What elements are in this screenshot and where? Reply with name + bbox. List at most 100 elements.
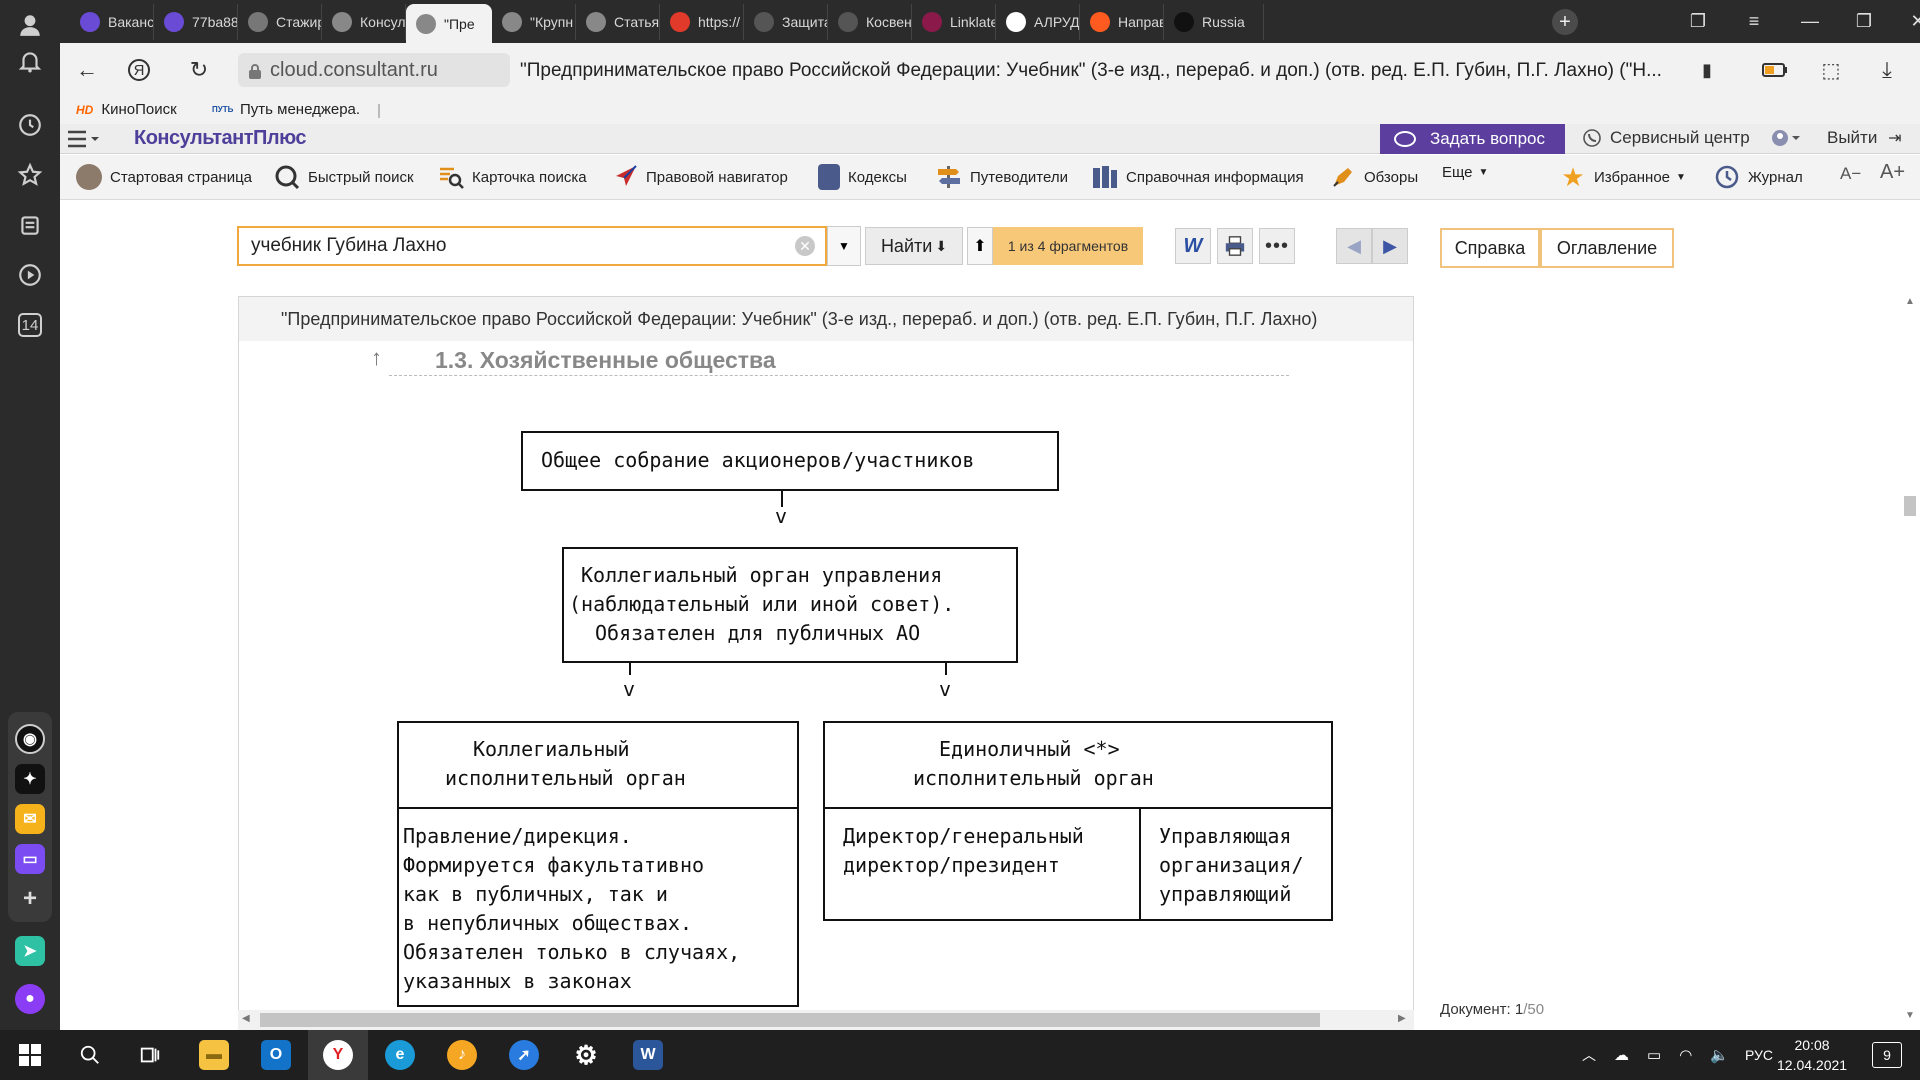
help-button[interactable]: Справка [1440,228,1540,268]
search-dropdown-button[interactable]: ▼ [827,226,861,266]
messenger-app-icon[interactable]: ▭ [15,844,45,874]
exit-button[interactable]: Выйти ⇥ [1827,128,1901,148]
history-forward-icon[interactable]: ▶ [1372,228,1408,264]
font-decrease-button[interactable]: A− [1840,164,1861,184]
user-account-icon[interactable] [1770,128,1802,153]
browser-tab[interactable]: 77ba88 [154,4,238,40]
print-icon[interactable] [1217,228,1253,264]
scroll-right-icon[interactable]: ▶ [1398,1013,1406,1024]
history-back-icon[interactable]: ◀ [1336,228,1372,264]
vertical-scrollbar[interactable]: ▲ ▼ [1900,296,1920,1026]
language-indicator[interactable]: РУС [1745,1047,1773,1063]
notifications-icon[interactable]: 9 [1872,1042,1902,1068]
star-icon[interactable] [0,150,60,200]
reload-button[interactable]: ↻ [184,55,214,85]
browser-tab[interactable]: Linklate [912,4,996,40]
task-view-icon[interactable] [120,1030,180,1080]
toolbar-favorites[interactable]: ★ Избранное ▼ [1560,162,1686,192]
browser-tab[interactable]: Направ [1080,4,1164,40]
browser-tab[interactable]: Стажир [238,4,322,40]
bookmark-icon[interactable]: ▮ [1692,55,1722,85]
search-icon[interactable] [60,1030,120,1080]
browser-tab[interactable]: "Крупн [492,4,576,40]
domain-box[interactable]: cloud.consultant.ru [238,53,510,87]
service-center-button[interactable]: Сервисный центр [1582,128,1750,148]
minimize-button[interactable]: — [1782,0,1838,43]
toolbar-search-card[interactable]: Карточка поиска [438,164,587,190]
alice-app-icon[interactable]: ● [15,984,45,1014]
yandex-music-icon[interactable]: ♪ [432,1030,492,1080]
yandex-browser-icon[interactable]: Y [308,1030,368,1080]
browser-tab[interactable]: Консул [322,4,406,40]
word-export-icon[interactable]: W [1175,228,1211,264]
download-icon[interactable]: ⤓ [1872,55,1902,85]
onedrive-icon[interactable]: ☁ [1614,1046,1629,1064]
scroll-left-icon[interactable]: ◀ [242,1013,250,1024]
search-input[interactable] [239,235,779,257]
menu-icon[interactable]: ≡ [1726,0,1782,43]
toolbar-journal[interactable]: Журнал [1714,164,1803,190]
collections-icon[interactable] [0,200,60,250]
restore-button[interactable]: ❐ [1836,0,1892,43]
navigator-app-icon[interactable]: ➚ [494,1030,554,1080]
horizontal-scroll-thumb[interactable] [260,1013,1320,1027]
clock[interactable]: 20:08 12.04.2021 [1777,1035,1847,1075]
scroll-down-icon[interactable]: ▼ [1905,1010,1915,1021]
yandex-button[interactable]: Я [128,59,150,81]
battery-icon[interactable] [1760,55,1790,85]
battery-icon[interactable]: ▭ [1647,1046,1661,1064]
close-button[interactable]: ✕ [1890,0,1920,43]
settings-gear-icon[interactable]: ⚙ [556,1030,616,1080]
file-explorer-icon[interactable]: ▬ [184,1030,244,1080]
ask-question-button[interactable]: Задать вопрос [1380,124,1565,154]
previous-fragment-button[interactable]: ⬆ [967,227,993,265]
browser-tab[interactable]: Ваканс [70,4,154,40]
extensions-icon[interactable]: ⬚ [1816,55,1846,85]
scroll-up-icon[interactable]: ▲ [1905,296,1915,307]
tab-manager-icon[interactable]: ❐ [1670,0,1726,43]
toolbar-start-page[interactable]: Стартовая страница [76,164,252,190]
vertical-scroll-thumb[interactable] [1904,496,1916,516]
toolbar-quick-search[interactable]: Быстрый поиск [274,164,414,190]
up-arrow-icon[interactable]: ↑ [371,345,382,371]
video-icon[interactable] [0,250,60,300]
browser-tab[interactable]: АЛРУД [996,4,1080,40]
tray-chevron-icon[interactable]: ︿ [1582,1045,1596,1065]
horizontal-scrollbar[interactable]: ◀ ▶ [238,1010,1414,1030]
windows-start-icon[interactable] [0,1030,60,1080]
toolbar-codes[interactable]: Кодексы [818,164,907,190]
back-button[interactable]: ← [72,55,102,85]
add-app-icon[interactable]: + [15,884,45,914]
hamburger-menu-icon[interactable] [68,130,102,148]
browser-tab[interactable]: Косвен [828,4,912,40]
browser-tab[interactable]: https:// [660,4,744,40]
find-button[interactable]: Найти ⬇ [865,227,963,265]
tabs-count-icon[interactable]: 14 [0,300,60,350]
bookmark-kinopoisk[interactable]: HD КиноПоиск [76,101,177,118]
browser-tab[interactable]: "Пре [406,4,492,43]
navigator-app-icon[interactable]: ➤ [15,936,45,966]
search-field[interactable] [237,226,827,266]
toolbar-reviews[interactable]: Обзоры [1330,164,1418,190]
clear-search-icon[interactable]: ✕ [795,236,815,256]
edge-icon[interactable]: e [370,1030,430,1080]
mail-app-icon[interactable]: ✉ [15,804,45,834]
browser-tab[interactable]: Russia [1164,4,1264,40]
address-page-title[interactable]: "Предпринимательское право Российской Фе… [520,60,1710,82]
more-options-icon[interactable]: ••• [1259,228,1295,264]
toolbar-guides[interactable]: Путеводители [936,164,1068,190]
volume-icon[interactable]: 🔈 [1710,1046,1729,1064]
new-tab-button[interactable]: + [1552,9,1578,35]
history-icon[interactable] [0,100,60,150]
sparkle-app-icon[interactable]: ✦ [15,764,45,794]
word-icon[interactable]: W [618,1030,678,1080]
consultant-logo[interactable]: КонсультантПлюс [134,127,307,150]
table-of-contents-button[interactable]: Оглавление [1540,228,1674,268]
toolbar-reference[interactable]: Справочная информация [1092,164,1304,190]
browser-tab[interactable]: Защита [744,4,828,40]
outlook-icon[interactable]: O [246,1030,306,1080]
font-increase-button[interactable]: A+ [1880,161,1905,184]
record-app-icon[interactable]: ◉ [15,724,45,754]
bell-icon[interactable] [0,36,60,86]
toolbar-more[interactable]: Еще ▼ [1442,164,1488,181]
